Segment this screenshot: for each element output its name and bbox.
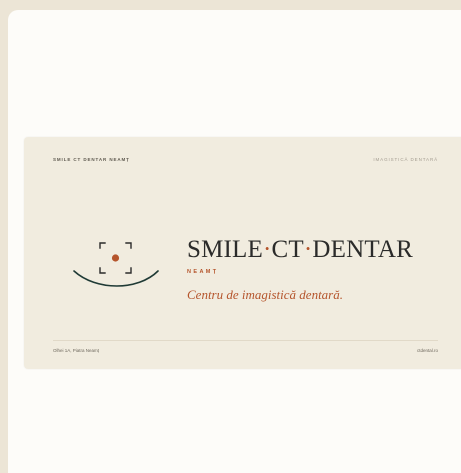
brand-tagline: Centru de imagistică dentară. (187, 287, 343, 302)
brand-title: SMILE·CT·DENTAR (187, 237, 413, 262)
brand-card: SMILE CT DENTAR NEAMȚ IMAGISTICĂ DENTARĂ… (24, 137, 461, 369)
brand-title-separator: · (263, 236, 272, 263)
brand-title-part-ct: CT (271, 236, 304, 263)
scan-frame-smile-icon (73, 242, 159, 287)
footer-divider (53, 340, 438, 341)
brand-title-part-dentar: DENTAR (312, 236, 413, 263)
brand-subtitle: NEAMȚ (187, 269, 219, 275)
footer-address: Olhei 1A, Piatra Neamț (53, 348, 100, 353)
document-sheet: SMILE CT DENTAR NEAMȚ IMAGISTICĂ DENTARĂ… (8, 10, 461, 473)
card-header-right: IMAGISTICĂ DENTARĂ (373, 157, 438, 162)
brand-title-part-smile: SMILE (187, 236, 263, 263)
footer-website: ctdental.ro (416, 348, 438, 353)
card-header-left: SMILE CT DENTAR NEAMȚ (53, 157, 130, 162)
brand-block: SMILE·CT·DENTAR NEAMȚ Centru de imagisti… (187, 237, 413, 303)
